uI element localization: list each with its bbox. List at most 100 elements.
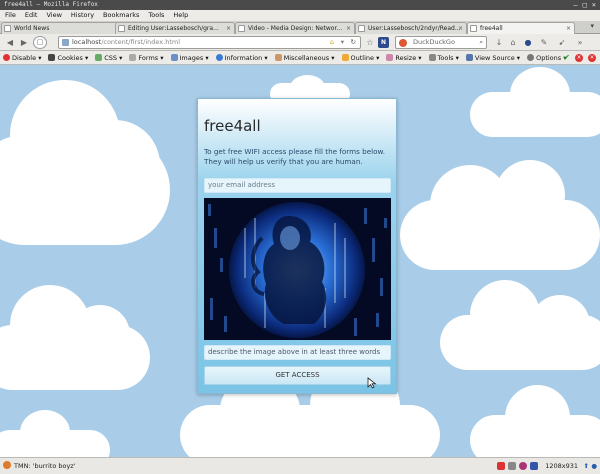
url-path: /content/first/index.html — [101, 38, 180, 46]
favicon-icon — [4, 25, 11, 32]
cloud-decoration — [0, 75, 180, 255]
addon-gray-icon[interactable] — [508, 462, 516, 470]
login-card: free4all To get free WIFI access please … — [197, 98, 397, 394]
addon-red-icon[interactable] — [497, 462, 505, 470]
firefox-window: free4all – Mozilla Firefox – □ × File Ed… — [0, 0, 600, 474]
tab-label: World News — [14, 25, 50, 32]
tab-label: Editing User:Lassebosch/gra... — [128, 25, 219, 32]
cloud-decoration — [470, 67, 600, 137]
search-icon[interactable]: ⌕ — [479, 37, 483, 48]
favicon-icon — [470, 25, 477, 32]
home-icon[interactable]: ⌂ — [330, 37, 334, 48]
cloud-decoration — [440, 280, 600, 370]
page-viewport: free4all To get free WIFI access please … — [0, 65, 600, 457]
toolbar-extension-icon[interactable]: ✎ — [538, 37, 550, 48]
url-host: localhost — [72, 38, 102, 46]
dev-forms[interactable]: Forms ▾ — [129, 51, 164, 64]
title-bar: free4all – Mozilla Firefox – □ × — [0, 0, 600, 10]
dev-cookies[interactable]: Cookies ▾ — [48, 51, 88, 64]
status-icons — [497, 462, 538, 470]
describe-image-field[interactable]: describe the image above in at least thr… — [204, 345, 391, 360]
close-tab-icon[interactable]: × — [226, 23, 231, 34]
menu-history[interactable]: History — [71, 10, 94, 21]
addon-icon[interactable]: ● — [522, 37, 534, 48]
status-bar: TMN: 'burrito boyz' 1208x931 ⬆ ● — [0, 457, 600, 474]
search-input[interactable]: DuckDuckGo ⌕ — [395, 36, 487, 49]
maximize-icon[interactable]: □ — [583, 0, 587, 10]
back-icon[interactable]: ◀ — [4, 37, 16, 48]
status-globe-icon[interactable]: ● — [591, 458, 597, 474]
minimize-icon[interactable]: – — [573, 0, 577, 10]
close-toolbar-icon[interactable]: × — [588, 54, 596, 62]
addon-blue-icon[interactable] — [530, 462, 538, 470]
dev-outline[interactable]: Outline ▾ — [341, 51, 379, 64]
search-placeholder: DuckDuckGo — [413, 38, 455, 46]
captcha-image — [204, 198, 391, 340]
menu-edit[interactable]: Edit — [25, 10, 38, 21]
duckduckgo-icon — [399, 39, 407, 47]
tab-list-icon[interactable]: ▾ — [590, 22, 594, 30]
status-arrow-icon[interactable]: ⬆ — [584, 458, 589, 474]
favicon-icon — [358, 25, 365, 32]
tab-label: User:Lassebosch/2ndyr/Read... — [368, 25, 461, 32]
menu-bookmarks[interactable]: Bookmarks — [103, 10, 139, 21]
dev-disable[interactable]: Disable ▾ — [3, 51, 41, 64]
email-field[interactable]: your email address — [204, 178, 391, 193]
addon-n-icon[interactable]: N — [378, 37, 389, 48]
mouse-cursor-icon — [367, 377, 377, 389]
tab-user-lassebosch[interactable]: User:Lassebosch/2ndyr/Read... × — [355, 22, 467, 34]
menu-view[interactable]: View — [46, 10, 61, 21]
home-button-icon[interactable]: ⌂ — [507, 37, 519, 48]
overflow-menu-icon[interactable]: » — [574, 37, 586, 48]
url-bar[interactable]: localhost/content/first/index.html ⌂ ▾ ↻ — [58, 36, 361, 49]
dev-options[interactable]: Options ▾ — [527, 51, 567, 64]
dropdown-icon[interactable]: ▾ — [341, 37, 344, 48]
dev-css[interactable]: CSS ▾ — [95, 51, 122, 64]
tab-free4all[interactable]: free4all × — [467, 22, 575, 34]
forward-icon[interactable]: ▶ — [18, 37, 30, 48]
tab-editing-user[interactable]: Editing User:Lassebosch/gra... × — [115, 22, 235, 34]
status-fox-icon — [3, 461, 11, 469]
reload-icon[interactable]: ↻ — [351, 37, 356, 48]
dev-tools[interactable]: Tools ▾ — [428, 51, 459, 64]
web-developer-toolbar: Disable ▾ Cookies ▾ CSS ▾ Forms ▾ Images… — [0, 51, 600, 65]
tab-world-news[interactable]: World News — [1, 22, 124, 34]
close-tab-icon[interactable]: × — [566, 23, 571, 34]
favicon-icon — [118, 25, 125, 32]
tab-label: free4all — [480, 25, 503, 32]
email-placeholder: your email address — [208, 181, 275, 189]
window-title: free4all – Mozilla Firefox — [4, 1, 98, 8]
menu-help[interactable]: Help — [173, 10, 188, 21]
tab-strip: World News Editing User:Lassebosch/gra..… — [0, 21, 600, 34]
site-identity-icon — [62, 39, 69, 46]
menu-file[interactable]: File — [5, 10, 16, 21]
dev-resize[interactable]: Resize ▾ — [386, 51, 422, 64]
get-access-label: GET ACCESS — [275, 371, 320, 379]
toolbar-extension-2-icon[interactable]: ➹ — [556, 37, 568, 48]
page-menu-icon[interactable]: ▢ — [33, 36, 47, 49]
close-window-icon[interactable]: × — [592, 0, 596, 10]
dev-images[interactable]: Images ▾ — [170, 51, 209, 64]
close-tab-icon[interactable]: × — [346, 23, 351, 34]
error-icon[interactable]: × — [575, 54, 583, 62]
cloud-decoration — [470, 385, 600, 457]
menu-tools[interactable]: Tools — [148, 10, 164, 21]
bookmark-star-icon[interactable]: ☆ — [364, 37, 376, 48]
download-icon[interactable]: ↓ — [493, 37, 505, 48]
addon-purple-icon[interactable] — [519, 462, 527, 470]
menu-bar: File Edit View History Bookmarks Tools H… — [0, 10, 600, 21]
check-icon[interactable]: ✔ — [563, 51, 570, 65]
intro-text: To get free WIFI access please fill the … — [204, 147, 386, 166]
get-access-button[interactable]: GET ACCESS — [204, 366, 391, 385]
cloud-decoration — [400, 160, 600, 270]
tab-label: Video - Media Design: Networ... — [248, 25, 343, 32]
dev-information[interactable]: Information ▾ — [215, 51, 268, 64]
dev-miscellaneous[interactable]: Miscellaneous ▾ — [274, 51, 335, 64]
favicon-icon — [238, 25, 245, 32]
describe-placeholder: describe the image above in at least thr… — [208, 348, 381, 356]
cloud-decoration — [0, 280, 150, 390]
close-tab-icon[interactable]: × — [458, 23, 463, 34]
tab-video-media-design[interactable]: Video - Media Design: Networ... × — [235, 22, 355, 34]
dev-view-source[interactable]: View Source ▾ — [465, 51, 520, 64]
cloud-decoration — [0, 410, 110, 457]
